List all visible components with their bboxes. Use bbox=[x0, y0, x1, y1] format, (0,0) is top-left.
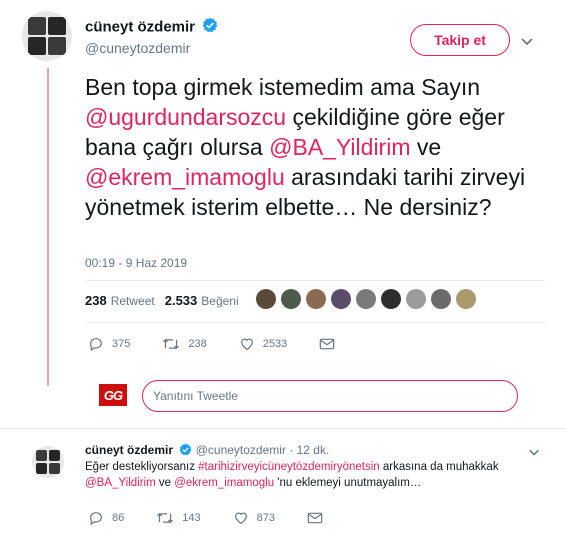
divider bbox=[0, 428, 566, 429]
liker-avatar[interactable] bbox=[356, 289, 376, 309]
heart-icon bbox=[234, 512, 247, 525]
reply-author-handle[interactable]: @cuneytozdemir bbox=[196, 443, 286, 457]
mention-link[interactable]: @ekrem_imamoglu bbox=[85, 164, 285, 190]
reply-icon bbox=[90, 512, 102, 526]
timestamp[interactable]: 00:19 - 9 Haz 2019 bbox=[85, 256, 187, 270]
liker-avatar[interactable] bbox=[281, 289, 301, 309]
liker-avatar[interactable] bbox=[256, 289, 276, 309]
tweet-actions: 375 238 2533 bbox=[88, 336, 375, 352]
chevron-down-icon[interactable] bbox=[520, 34, 534, 48]
retweet-action-count: 238 bbox=[188, 338, 207, 350]
divider bbox=[85, 322, 545, 323]
mention-link[interactable]: @BA_Yildirim bbox=[269, 134, 410, 160]
tweet-stats: 238 Retweet 2.533 Beğeni bbox=[85, 293, 239, 308]
mail-icon bbox=[319, 338, 335, 350]
mention-link[interactable]: @ekrem_imamoglu bbox=[174, 477, 274, 489]
liker-avatar[interactable] bbox=[406, 289, 426, 309]
tweet-text-part: Ben topa girmek istemedim ama Sayın bbox=[85, 74, 481, 100]
liker-avatar[interactable] bbox=[331, 289, 351, 309]
hashtag-link[interactable]: #tarihizirveyicüneytözdemiryönetsin bbox=[198, 461, 380, 473]
gg-logo: GG bbox=[99, 384, 127, 406]
retweet-icon bbox=[163, 338, 180, 350]
reply-text-part: Eğer destekliyorsanız bbox=[85, 461, 199, 473]
mention-link[interactable]: @BA_Yildirim bbox=[85, 477, 156, 489]
like-action-count: 873 bbox=[256, 512, 275, 524]
like-action-count: 2533 bbox=[262, 338, 288, 350]
author-info: cüneyt özdemir bbox=[85, 17, 218, 38]
retweet-button[interactable]: 238 bbox=[162, 336, 207, 352]
reply-tweet-actions: 86 143 873 bbox=[88, 510, 363, 526]
liker-avatars bbox=[256, 289, 476, 309]
reply-time[interactable]: · 12 dk. bbox=[289, 443, 329, 457]
reply-text-part: arkasına da muhakkak bbox=[379, 461, 499, 473]
liker-avatar[interactable] bbox=[306, 289, 326, 309]
reply-count: 375 bbox=[112, 338, 131, 350]
reply-header: cüneyt özdemir @cuneytozdemir · 12 dk. bbox=[85, 443, 329, 459]
reply-button[interactable]: 375 bbox=[88, 336, 130, 352]
retweet-label[interactable]: Retweet bbox=[111, 294, 155, 308]
retweet-button[interactable]: 143 bbox=[156, 510, 201, 526]
liker-avatar[interactable] bbox=[456, 289, 476, 309]
like-button[interactable]: 2533 bbox=[239, 336, 287, 352]
tweet-text: Ben topa girmek istemedim ama Sayın @ugu… bbox=[85, 72, 545, 222]
reply-avatar[interactable] bbox=[32, 446, 64, 478]
liker-avatar[interactable] bbox=[381, 289, 401, 309]
retweet-icon bbox=[157, 512, 174, 524]
reply-button[interactable]: 86 bbox=[88, 510, 124, 526]
like-label[interactable]: Beğeni bbox=[201, 294, 238, 308]
thread-line bbox=[47, 68, 49, 386]
reply-count: 86 bbox=[112, 512, 125, 524]
tweet-text-part: ve bbox=[410, 134, 442, 160]
dm-button[interactable] bbox=[319, 337, 343, 351]
reply-author-name[interactable]: cüneyt özdemir bbox=[85, 443, 173, 457]
author-handle[interactable]: @cuneytozdemir bbox=[85, 40, 190, 56]
like-count[interactable]: 2.533 bbox=[165, 293, 198, 308]
follow-button[interactable]: Takip et bbox=[410, 24, 510, 56]
divider bbox=[85, 280, 545, 281]
reply-icon bbox=[90, 338, 102, 352]
avatar[interactable] bbox=[22, 11, 72, 61]
reply-text: Eğer destekliyorsanız #tarihizirveyicüne… bbox=[85, 459, 555, 491]
verified-icon bbox=[202, 17, 218, 38]
retweet-action-count: 143 bbox=[182, 512, 201, 524]
heart-icon bbox=[240, 338, 253, 351]
like-button[interactable]: 873 bbox=[233, 510, 275, 526]
reply-input[interactable]: Yanıtını Tweetle bbox=[142, 380, 518, 412]
mail-icon bbox=[307, 512, 323, 524]
chevron-down-icon[interactable] bbox=[528, 446, 540, 458]
reply-text-part: ve bbox=[155, 477, 175, 489]
verified-icon bbox=[179, 443, 192, 459]
liker-avatar[interactable] bbox=[431, 289, 451, 309]
reply-text-part: 'nu eklemeyi unutmayalım… bbox=[274, 477, 422, 489]
mention-link[interactable]: @ugurdundarsozcu bbox=[85, 104, 286, 130]
retweet-count[interactable]: 238 bbox=[85, 293, 107, 308]
author-name[interactable]: cüneyt özdemir bbox=[85, 19, 195, 36]
dm-button[interactable] bbox=[307, 511, 331, 525]
